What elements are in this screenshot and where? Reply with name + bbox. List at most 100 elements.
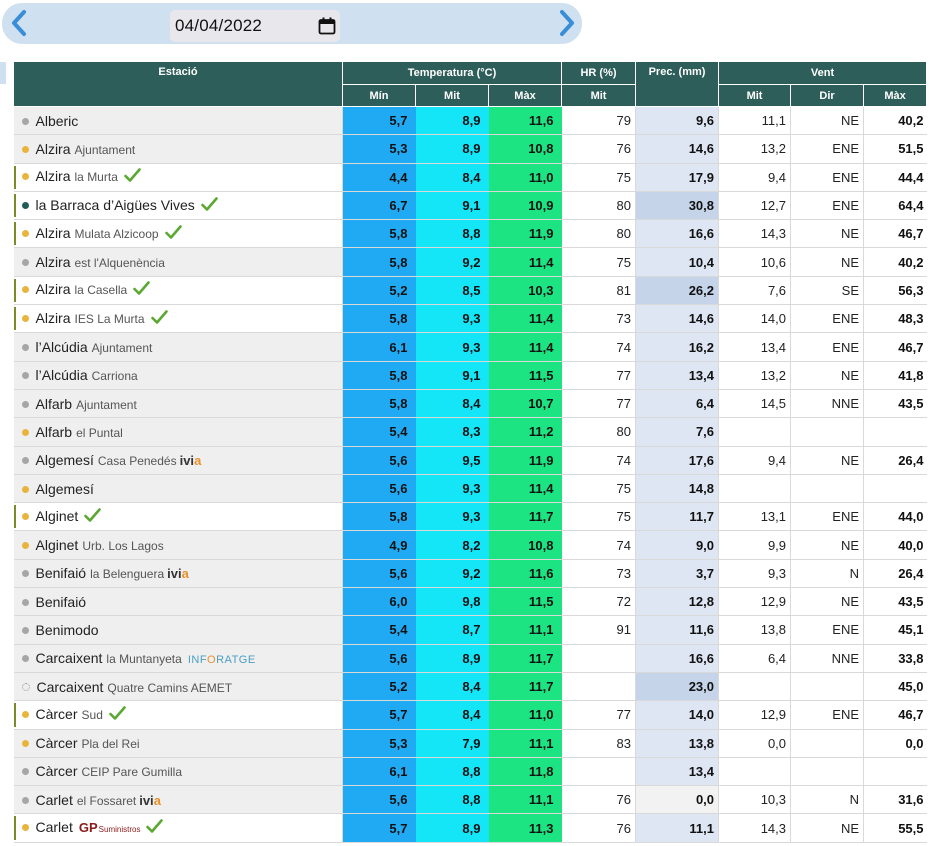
- station-town[interactable]: Alfarb: [36, 396, 73, 412]
- header-hr-mit[interactable]: Mit: [561, 84, 637, 107]
- station-cell[interactable]: Benimodo: [13, 615, 343, 645]
- station-town[interactable]: Carcaixent: [37, 679, 104, 695]
- table-row[interactable]: Alginet Urb. Los Lagos 4,9 8,2 10,8 74 9,0 9,9 N…: [13, 530, 927, 560]
- station-cell[interactable]: Càrcer CEIP Pare Gumilla: [13, 757, 343, 787]
- table-row[interactable]: l’Alcúdia Carriona 5,8 9,1 11,5 77 13,4 13,2 NE 4…: [13, 361, 927, 390]
- table-row[interactable]: Alginet 5,8 9,3 11,7 75 11,7 13,1 ENE 44,0: [13, 502, 927, 532]
- calendar-icon[interactable]: [318, 17, 336, 35]
- station-cell[interactable]: Benifaió la Belenguera ivia: [13, 559, 343, 589]
- table-row[interactable]: Benifaió la Belenguera ivia 5,6 9,2 11,6 73 3,7…: [13, 559, 927, 589]
- station-town[interactable]: Càrcer: [36, 706, 78, 722]
- station-cell[interactable]: Alfarb Ajuntament: [13, 389, 343, 419]
- previous-day-button[interactable]: [4, 7, 34, 39]
- station-town[interactable]: l’Alcúdia: [36, 367, 88, 383]
- station-town[interactable]: Alfarb: [36, 424, 73, 440]
- temp-max-cell: 10,8: [488, 134, 562, 164]
- header-temp-mit[interactable]: Mit: [415, 84, 489, 107]
- table-row[interactable]: Alfarb el Puntal 5,4 8,3 11,2 80 7,6: [13, 417, 927, 447]
- station-sublabel: Casa Penedés: [97, 454, 177, 469]
- station-town[interactable]: Alginet: [36, 537, 79, 553]
- table-row[interactable]: Carlet GPSuministros 5,7 8,9 11,3 76 11,1 14,3 N…: [13, 813, 927, 843]
- station-town[interactable]: Carcaixent: [36, 650, 103, 666]
- table-row[interactable]: Càrcer Pla del Rei 5,3 7,9 11,1 83 13,8 0,0 0,0: [13, 729, 927, 758]
- station-cell[interactable]: Alginet Urb. Los Lagos: [13, 530, 343, 560]
- station-town[interactable]: l’Alcúdia: [36, 339, 88, 355]
- station-cell[interactable]: Benifaió: [13, 587, 343, 617]
- temp-mit-cell: 8,8: [415, 785, 489, 815]
- station-cell[interactable]: Algemesí Casa Penedés ivia: [13, 446, 343, 475]
- station-cell[interactable]: l’Alcúdia Ajuntament: [13, 332, 343, 362]
- station-town[interactable]: Alzira: [36, 310, 71, 326]
- table-row[interactable]: Alzira la Murta 4,4 8,4 11,0 75 17,9 9,4 ENE 44,4: [13, 163, 927, 192]
- station-town[interactable]: la Barraca d’Aigües Vives: [36, 197, 195, 213]
- station-town[interactable]: Alzira: [36, 254, 71, 270]
- station-cell[interactable]: Carcaixent la Muntanyeta INFORATGE: [13, 644, 343, 673]
- station-cell[interactable]: Alzira la Murta: [13, 163, 343, 192]
- table-row[interactable]: l’Alcúdia Ajuntament 6,1 9,3 11,4 74 16,2 13,4 E…: [13, 332, 927, 362]
- station-cell[interactable]: la Barraca d’Aigües Vives: [13, 191, 343, 221]
- table-row[interactable]: Alzira Mulata Alzicoop 5,8 8,8 11,9 80 16,6 14,…: [13, 219, 927, 249]
- station-cell[interactable]: Alzira IES La Murta: [13, 304, 343, 334]
- station-cell[interactable]: l’Alcúdia Carriona: [13, 361, 343, 390]
- table-row[interactable]: Alzira Ajuntament 5,3 8,9 10,8 76 14,6 13,2 ENE 5…: [13, 134, 927, 164]
- table-row[interactable]: la Barraca d’Aigües Vives 6,7 9,1 10,9 80 30,…: [13, 191, 927, 221]
- table-row[interactable]: Alzira IES La Murta 5,8 9,3 11,4 73 14,6 14,0 EN…: [13, 304, 927, 334]
- header-precipitation[interactable]: Prec. (mm): [635, 61, 720, 107]
- table-row[interactable]: Càrcer CEIP Pare Gumilla 6,1 8,8 11,8 13,4: [13, 757, 927, 787]
- station-town[interactable]: Carlet: [36, 792, 73, 808]
- station-cell[interactable]: Alzira Mulata Alzicoop: [13, 219, 343, 249]
- header-temp-max[interactable]: Màx: [487, 84, 563, 107]
- station-cell[interactable]: Alberic: [13, 106, 343, 136]
- table-row[interactable]: Carcaixent Quatre Camins AEMET 5,2 8,4 11,7 2…: [13, 672, 927, 702]
- station-town[interactable]: Algemesí: [36, 452, 94, 468]
- station-town[interactable]: Carlet: [36, 819, 73, 835]
- table-row[interactable]: Alfarb Ajuntament 5,8 8,4 10,7 77 6,4 14,5 NNE 43…: [13, 389, 927, 419]
- temp-min-cell: 5,2: [342, 276, 416, 306]
- table-row[interactable]: Algemesí 5,6 9,3 11,4 75 14,8: [13, 474, 927, 504]
- station-cell[interactable]: Càrcer Pla del Rei: [13, 729, 343, 758]
- table-row[interactable]: Càrcer Sud 5,7 8,4 11,0 77 14,0 12,9 ENE 46,7: [13, 700, 927, 730]
- table-row[interactable]: Benimodo 5,4 8,7 11,1 91 11,6 13,8 ENE 45,1: [13, 615, 927, 645]
- station-cell[interactable]: Carlet GPSuministros: [13, 813, 343, 843]
- next-day-button[interactable]: [552, 7, 582, 39]
- station-cell[interactable]: Càrcer Sud: [13, 700, 343, 730]
- header-station[interactable]: Estació: [13, 61, 343, 107]
- station-town[interactable]: Alzira: [36, 281, 71, 297]
- date-input[interactable]: 04/04/2022: [170, 10, 340, 42]
- wind-max-cell: 46,7: [863, 332, 927, 362]
- station-cell[interactable]: Algemesí: [13, 474, 343, 504]
- station-town[interactable]: Algemesí: [36, 481, 94, 497]
- station-town[interactable]: Alzira: [36, 225, 71, 241]
- check-icon: [146, 819, 164, 837]
- station-town[interactable]: Càrcer: [36, 763, 78, 779]
- station-town[interactable]: Benifaió: [36, 594, 87, 610]
- station-cell[interactable]: Carcaixent Quatre Camins AEMET: [13, 672, 343, 702]
- station-cell[interactable]: Alzira la Casella: [13, 276, 343, 306]
- header-temp-min[interactable]: Mín: [342, 84, 416, 107]
- station-town[interactable]: Alzira: [36, 141, 71, 157]
- header-wind-mit[interactable]: Mit: [718, 84, 792, 107]
- table-row[interactable]: Benifaió 6,0 9,8 11,5 72 12,8 12,9 NE 43,5: [13, 587, 927, 617]
- station-cell[interactable]: Carlet el Fossaret ivia: [13, 785, 343, 815]
- station-cell[interactable]: Alzira est l'Alquenència: [13, 247, 343, 277]
- header-wind-dir[interactable]: Dir: [790, 84, 865, 107]
- header-wind-max[interactable]: Màx: [863, 84, 928, 107]
- table-row[interactable]: Algemesí Casa Penedés ivia 5,6 9,5 11,9 74 17,6…: [13, 446, 927, 475]
- table-row[interactable]: Carcaixent la Muntanyeta INFORATGE 5,6 8,9 11…: [13, 644, 927, 673]
- status-dot-icon: [21, 796, 29, 804]
- station-town[interactable]: Alginet: [36, 508, 79, 524]
- table-row[interactable]: Alzira la Casella 5,2 8,5 10,3 81 26,2 7,6 SE 56,…: [13, 276, 927, 306]
- table-row[interactable]: Carlet el Fossaret ivia 5,6 8,8 11,1 76 0,0 10,3…: [13, 785, 927, 815]
- station-town[interactable]: Benimodo: [36, 622, 99, 638]
- station-cell[interactable]: Alzira Ajuntament: [13, 134, 343, 164]
- station-cell[interactable]: Alfarb el Puntal: [13, 417, 343, 447]
- station-town[interactable]: Benifaió: [36, 565, 87, 581]
- station-town[interactable]: Càrcer: [36, 735, 78, 751]
- station-cell[interactable]: Alginet: [13, 502, 343, 532]
- station-town[interactable]: Alzira: [36, 168, 71, 184]
- station-town[interactable]: Alberic: [36, 113, 79, 129]
- table-row[interactable]: Alberic 5,7 8,9 11,6 79 9,6 11,1 NE 40,2: [13, 106, 927, 136]
- table-row[interactable]: Alzira est l'Alquenència 5,8 9,2 11,4 75 10,4 1…: [13, 247, 927, 277]
- status-dot-icon: [21, 570, 29, 578]
- temp-mit-cell: 9,2: [415, 559, 489, 589]
